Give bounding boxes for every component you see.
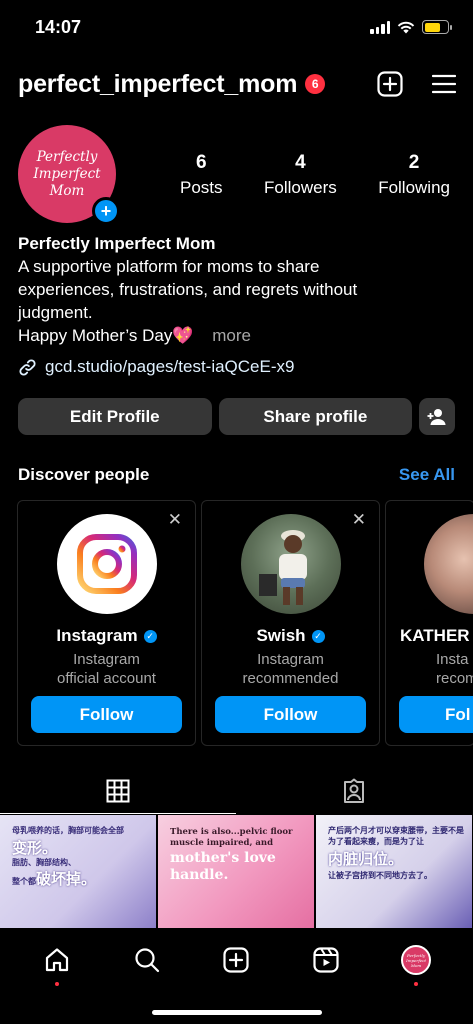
notification-dot [414,982,419,986]
display-name: Perfectly Imperfect Mom [18,234,216,253]
profile-tabs [0,768,473,814]
instagram-logo-avatar[interactable] [57,514,157,614]
status-bar: 14:07 [0,0,473,56]
post-thumbnail[interactable]: There is also...pelvic floor muscle impa… [158,815,314,928]
bottom-navigation: Perfectly Imperfect Mom [0,928,473,1024]
discover-cards: ✕ Instagram ✓ Instagram official account… [17,500,473,746]
profile-link-text[interactable]: gcd.studio/pages/test-iaQCeE-x9 [45,357,294,377]
home-icon [45,948,68,972]
add-user-icon [427,408,446,425]
status-time: 14:07 [35,17,82,37]
person-photo [259,530,307,605]
suggestion-card[interactable]: ✕ Swish ✓ Instagram recommended Follow [201,500,380,746]
notification-badge: 6 [305,74,326,94]
username[interactable]: perfect_imperfect_mom [18,70,297,99]
verified-badge-icon: ✓ [311,629,325,643]
post-thumbnail[interactable]: 母乳喂养的话，胸部可能会全部 变形。 脂肪、胸部结构、 整个都破坏掉。 [0,815,156,928]
stat-followers[interactable]: 4 Followers [264,152,337,198]
profile-avatar-small: Perfectly Imperfect Mom [401,945,432,975]
tagged-person-icon [344,778,364,803]
discover-people-button[interactable] [419,398,456,435]
suggestion-name[interactable]: Instagram ✓ [18,626,195,646]
create-post-button[interactable] [377,71,403,97]
profile-link[interactable]: gcd.studio/pages/test-iaQCeE-x9 [18,357,294,377]
hamburger-menu-icon [432,74,456,94]
add-story-button[interactable]: + [92,197,120,225]
follow-button[interactable]: Fol [399,696,473,733]
edit-profile-button[interactable]: Edit Profile [18,398,212,435]
nav-home[interactable] [37,940,77,986]
menu-button[interactable] [431,71,457,97]
reels-icon [313,947,339,973]
follow-button[interactable]: Follow [31,696,182,733]
grid-icon [106,779,130,803]
profile-avatar-wrapper[interactable]: Perfectly Imperfect Mom + [18,125,120,225]
share-profile-button[interactable]: Share profile [218,398,413,435]
posts-grid: 母乳喂养的话，胸部可能会全部 变形。 脂肪、胸部结构、 整个都破坏掉。 Ther… [0,815,473,928]
nav-search[interactable] [127,940,167,980]
notification-dot [54,982,59,986]
nav-reels[interactable] [306,940,346,980]
signal-icon [370,20,390,34]
tab-tagged[interactable] [236,768,472,814]
discover-header: Discover people See All [18,465,455,485]
bio-line: judgment. [18,303,93,322]
dismiss-icon[interactable]: ✕ [352,510,366,530]
profile-actions: Edit Profile Share profile [18,398,456,435]
plus-square-icon [377,71,403,97]
nav-profile[interactable]: Perfectly Imperfect Mom [396,940,436,986]
suggestion-subtitle: Insta recomm [436,651,473,687]
status-icons [370,20,452,34]
profile-header: perfect_imperfect_mom 6 [18,64,457,104]
stat-following[interactable]: 2 Following [378,152,450,198]
see-all-link[interactable]: See All [399,465,455,485]
dismiss-icon[interactable]: ✕ [168,510,182,530]
bio-more-link[interactable]: more [212,326,251,345]
battery-icon [422,20,452,34]
suggestion-name[interactable]: KATHER [400,626,473,646]
user-avatar[interactable] [241,514,341,614]
bio-line: A supportive platform for moms to share [18,257,320,276]
verified-badge-icon: ✓ [143,629,157,643]
plus-square-icon [223,947,250,973]
profile-stats: 6 Posts 4 Followers 2 Following [180,152,450,198]
suggestion-name[interactable]: Swish ✓ [202,626,379,646]
suggestion-card[interactable]: KATHER Insta recomm Fol [385,500,473,746]
instagram-icon [77,534,137,594]
bio-line: Happy Mother’s Day💖 [18,326,194,345]
profile-bio: Perfectly Imperfect Mom A supportive pla… [18,232,448,347]
suggestion-card[interactable]: ✕ Instagram ✓ Instagram official account… [17,500,196,746]
discover-title: Discover people [18,465,150,484]
follow-button[interactable]: Follow [215,696,366,733]
avatar-logo-text: Perfectly Imperfect Mom [33,148,101,199]
home-indicator [151,1010,322,1015]
bio-line: experiences, frustrations, and regrets w… [18,280,358,299]
post-thumbnail[interactable]: 产后两个月才可以穿束腰带，主要不是为了看起来瘦，而是为了让 内脏归位。 让被子宫… [316,815,472,928]
nav-create[interactable] [216,940,256,980]
link-icon [19,358,36,376]
suggestion-subtitle: Instagram official account [57,651,156,687]
user-avatar[interactable] [424,514,473,614]
suggestion-subtitle: Instagram recommended [242,651,339,687]
search-icon [135,948,159,973]
wifi-icon [397,21,415,33]
tab-posts-grid[interactable] [0,768,236,814]
stat-posts[interactable]: 6 Posts [180,152,223,198]
